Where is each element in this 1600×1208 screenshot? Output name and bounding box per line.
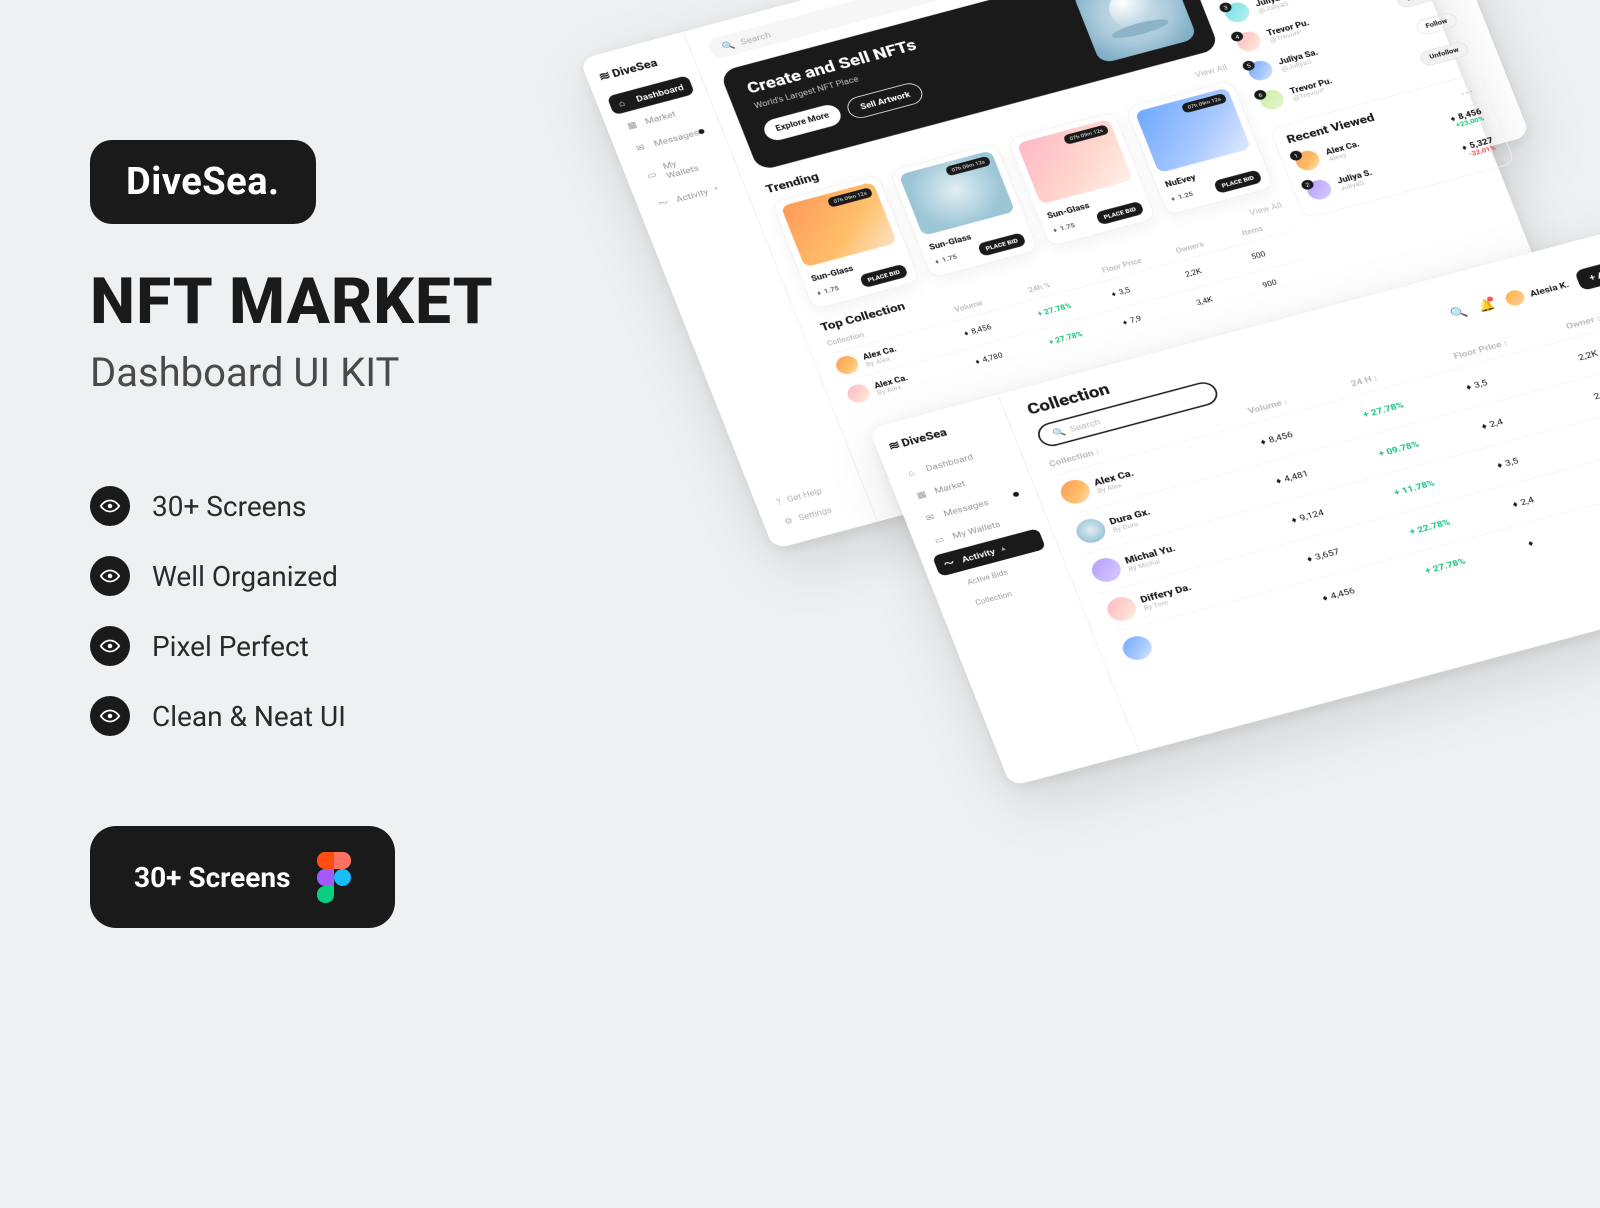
home-icon: ⌂ xyxy=(617,96,632,108)
gear-icon: ⚙ xyxy=(783,516,794,527)
feature-label: Pixel Perfect xyxy=(152,630,309,663)
view-all-link[interactable]: View All xyxy=(1248,201,1283,218)
owner: 2,2K xyxy=(1592,369,1600,401)
explore-button[interactable]: Explore More xyxy=(761,102,845,143)
change-pct: + 27.78% xyxy=(1048,321,1120,347)
avatar xyxy=(845,382,873,405)
countdown-badge: 07h 09m 12s xyxy=(1063,124,1109,145)
feature-item: Clean & Neat UI xyxy=(90,696,610,736)
user-menu[interactable]: Alesia K. xyxy=(1503,276,1571,307)
feature-label: 30+ Screens xyxy=(152,490,306,523)
wave-icon: ≋ xyxy=(596,69,609,84)
nft-card[interactable]: 07h 09m 12s NuEvey 1.25PLACE BID xyxy=(1125,80,1274,216)
nft-price: 1.75 xyxy=(934,253,958,266)
subtitle: Dashboard UI KIT xyxy=(90,349,610,396)
eye-icon xyxy=(90,486,130,526)
chat-icon: ✉ xyxy=(924,511,939,523)
notifications-button[interactable]: 🔔 xyxy=(1473,295,1499,316)
feature-label: Well Organized xyxy=(152,560,338,593)
avatar xyxy=(1503,288,1527,307)
follow-button[interactable]: Follow xyxy=(1414,11,1459,36)
avatar xyxy=(1119,633,1155,663)
countdown-badge: 07h 09m 12s xyxy=(945,156,991,177)
grid-icon: ▦ xyxy=(915,488,930,500)
change-pct: + 27.78% xyxy=(1424,541,1524,576)
grid-icon: ▦ xyxy=(626,119,641,131)
search-placeholder: Search xyxy=(739,29,772,46)
chevron-up-icon: ▴ xyxy=(1000,545,1006,553)
feature-label: Clean & Neat UI xyxy=(152,700,346,733)
chat-icon: ✉ xyxy=(635,141,650,153)
avatar xyxy=(1073,516,1109,546)
feature-item: Well Organized xyxy=(90,556,610,596)
activity-icon: 〜 xyxy=(942,556,958,570)
wallet-icon: ▭ xyxy=(933,533,948,545)
avatar xyxy=(1088,555,1124,585)
wallet-icon: ▭ xyxy=(645,168,660,180)
feature-item: Pixel Perfect xyxy=(90,626,610,666)
brand-badge: DiveSea. xyxy=(90,140,316,224)
avatar: 4 xyxy=(1234,29,1264,54)
username: Alesia K. xyxy=(1528,279,1570,299)
avatar xyxy=(1057,477,1093,507)
headline: NFT MARKET xyxy=(90,264,610,339)
items: 900 xyxy=(1261,270,1310,290)
more-icon[interactable]: ⋯ xyxy=(1458,84,1476,100)
items: 500 xyxy=(1250,242,1299,262)
eye-icon xyxy=(90,626,130,666)
nft-price: 1.25 xyxy=(1170,190,1194,203)
brand-logo: ≋DiveSea xyxy=(596,49,682,83)
unread-dot xyxy=(1012,491,1019,497)
home-icon: ⌂ xyxy=(906,466,921,478)
avatar xyxy=(1104,594,1140,624)
figma-icon xyxy=(317,852,351,902)
floor-price: 7,9 xyxy=(1122,301,1194,327)
volume: 4,456 xyxy=(1321,568,1421,603)
sell-button[interactable]: Sell Artwork xyxy=(844,81,926,121)
search-icon-button[interactable]: 🔍 xyxy=(1448,304,1469,321)
eye-icon xyxy=(90,556,130,596)
eye-icon xyxy=(90,696,130,736)
avatar: 1 xyxy=(1293,148,1323,173)
avatar: 2 xyxy=(1304,177,1334,202)
feature-list: 30+ Screens Well Organized Pixel Perfect… xyxy=(90,486,610,736)
screens-count: 30+ Screens xyxy=(134,861,291,894)
volume: 4,780 xyxy=(974,340,1046,366)
search-icon: 🔍 xyxy=(720,39,736,51)
chevron-down-icon: ▾ xyxy=(713,185,719,193)
owner: 2,2K xyxy=(1577,330,1600,362)
help-icon: ? xyxy=(775,497,783,507)
avatar: 6 xyxy=(1257,87,1287,112)
feature-item: 30+ Screens xyxy=(90,486,610,526)
nft-price: 1.75 xyxy=(1052,221,1076,234)
unfollow-button[interactable]: Unfollow xyxy=(1418,40,1470,67)
avatar xyxy=(833,354,861,377)
unread-dot xyxy=(698,128,705,134)
owners: 3,4K xyxy=(1195,284,1259,308)
countdown-badge: 07h 09m 12s xyxy=(827,187,873,208)
wave-icon: ≋ xyxy=(886,438,899,453)
avatar: 3 xyxy=(1222,0,1252,25)
add-new-button[interactable]: + Add New xyxy=(1574,252,1600,290)
screens-badge: 30+ Screens xyxy=(90,826,395,928)
countdown-badge: 07h 09m 12s xyxy=(1181,93,1227,114)
activity-icon: 〜 xyxy=(656,196,672,210)
view-all-link[interactable]: View All xyxy=(1194,62,1229,79)
nft-price: 1.75 xyxy=(816,284,840,297)
avatar: 5 xyxy=(1246,58,1276,83)
